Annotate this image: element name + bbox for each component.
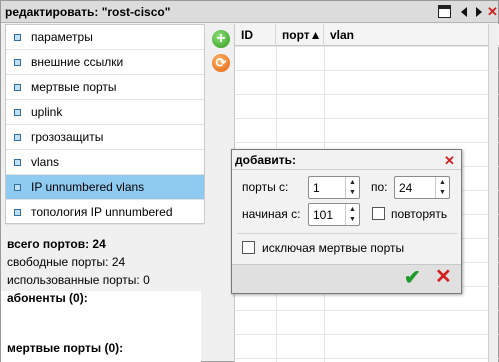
bullet-icon bbox=[14, 58, 21, 66]
exclude-dead-ports-label: исключая мертвые порты bbox=[262, 241, 405, 255]
sidebar-item-vlans[interactable]: vlans bbox=[6, 150, 204, 175]
sidebar-item-lightning-protection[interactable]: грозозащиты bbox=[6, 125, 204, 150]
checkmark-icon[interactable]: ✔ bbox=[404, 268, 421, 288]
stepper-arrows[interactable]: ▲ ▼ bbox=[345, 177, 359, 198]
divider bbox=[237, 233, 457, 234]
chevron-up-icon[interactable]: ▲ bbox=[436, 177, 449, 188]
total-ports-text: всего портов: 24 bbox=[7, 237, 106, 251]
repeat-label: повторять bbox=[391, 207, 448, 221]
close-icon[interactable]: ✕ bbox=[486, 5, 499, 18]
start-from-label: начиная с: bbox=[242, 207, 301, 221]
column-header-id[interactable]: ID bbox=[235, 24, 276, 46]
sidebar-nav: параметры внешние ссылки мертвые порты u… bbox=[5, 24, 205, 225]
grid-header: ID порт▲ vlan bbox=[235, 24, 499, 46]
sidebar-item-label: мертвые порты bbox=[31, 80, 117, 94]
sidebar-item-ip-unnumbered-topology[interactable]: топология IP unnumbered bbox=[6, 200, 204, 225]
repeat-checkbox[interactable] bbox=[372, 207, 385, 220]
ports-from-input[interactable] bbox=[309, 177, 345, 198]
dialog-footer: ✔ ✕ bbox=[232, 264, 461, 293]
bullet-icon bbox=[14, 108, 21, 116]
maximize-icon[interactable] bbox=[438, 5, 451, 18]
sidebar-item-ip-unnumbered-vlans[interactable]: IP unnumbered vlans bbox=[6, 175, 204, 200]
column-header-port[interactable]: порт▲ bbox=[276, 24, 324, 46]
refresh-icon[interactable]: ⟳ bbox=[212, 54, 230, 72]
column-header-vlan[interactable]: vlan bbox=[324, 24, 499, 46]
exclude-dead-ports-checkbox[interactable] bbox=[242, 241, 255, 254]
arrow-left-icon[interactable] bbox=[457, 5, 470, 18]
add-icon[interactable]: + bbox=[212, 30, 230, 48]
sidebar-item-external-links[interactable]: внешние ссылки bbox=[6, 50, 204, 75]
sidebar-item-label: внешние ссылки bbox=[31, 55, 124, 69]
chevron-down-icon[interactable]: ▼ bbox=[346, 215, 359, 226]
bullet-icon bbox=[14, 183, 21, 191]
stepper-arrows[interactable]: ▲ ▼ bbox=[435, 177, 449, 198]
cancel-icon[interactable]: ✕ bbox=[435, 267, 452, 287]
ports-to-input[interactable] bbox=[395, 177, 435, 198]
ports-from-label: порты с: bbox=[242, 180, 289, 194]
stepper-arrows[interactable]: ▲ ▼ bbox=[345, 204, 359, 225]
ports-to-label: по: bbox=[371, 180, 388, 194]
dialog-close-icon[interactable]: ✕ bbox=[444, 153, 455, 169]
sidebar-item-uplink[interactable]: uplink bbox=[6, 100, 204, 125]
window-title: редактировать: "rost-cisco" bbox=[5, 5, 171, 19]
arrow-right-icon[interactable] bbox=[472, 5, 485, 18]
chevron-down-icon[interactable]: ▼ bbox=[436, 188, 449, 199]
dead-ports-heading: мертвые порты (0): bbox=[7, 341, 124, 355]
bullet-icon bbox=[14, 158, 21, 166]
add-dialog: добавить: ✕ порты с: ▲ ▼ по: ▲ ▼ начиная… bbox=[231, 149, 462, 294]
chevron-down-icon[interactable]: ▼ bbox=[346, 188, 359, 199]
bullet-icon bbox=[14, 133, 21, 141]
sidebar-item-label: топология IP unnumbered bbox=[31, 205, 173, 219]
chevron-up-icon[interactable]: ▲ bbox=[346, 177, 359, 188]
bullet-icon bbox=[14, 83, 21, 91]
sidebar-item-parameters[interactable]: параметры bbox=[6, 25, 204, 50]
window-titlebar: редактировать: "rost-cisco" ✕ bbox=[1, 1, 498, 23]
used-ports-text: использованные порты: 0 bbox=[7, 273, 150, 287]
sidebar-item-label: vlans bbox=[31, 155, 60, 169]
subscribers-heading: абоненты (0): bbox=[7, 291, 88, 305]
grid-scrollbar[interactable] bbox=[488, 24, 498, 362]
ports-to-stepper[interactable]: ▲ ▼ bbox=[394, 176, 450, 199]
bullet-icon bbox=[14, 33, 21, 41]
start-from-input[interactable] bbox=[309, 204, 345, 225]
sidebar-item-label: грозозащиты bbox=[31, 130, 104, 144]
start-from-stepper[interactable]: ▲ ▼ bbox=[308, 203, 360, 226]
sidebar-item-label: IP unnumbered vlans bbox=[31, 180, 145, 194]
sidebar-item-label: uplink bbox=[31, 105, 63, 119]
divider bbox=[232, 169, 461, 170]
bullet-icon bbox=[14, 208, 21, 216]
dialog-title: добавить: bbox=[235, 153, 297, 167]
edit-window: редактировать: "rost-cisco" ✕ параметры … bbox=[0, 0, 499, 362]
sidebar-item-dead-ports[interactable]: мертвые порты bbox=[6, 75, 204, 100]
free-ports-text: свободные порты: 24 bbox=[7, 255, 126, 269]
ports-from-stepper[interactable]: ▲ ▼ bbox=[308, 176, 360, 199]
chevron-up-icon[interactable]: ▲ bbox=[346, 204, 359, 215]
sidebar-item-label: параметры bbox=[31, 30, 93, 44]
